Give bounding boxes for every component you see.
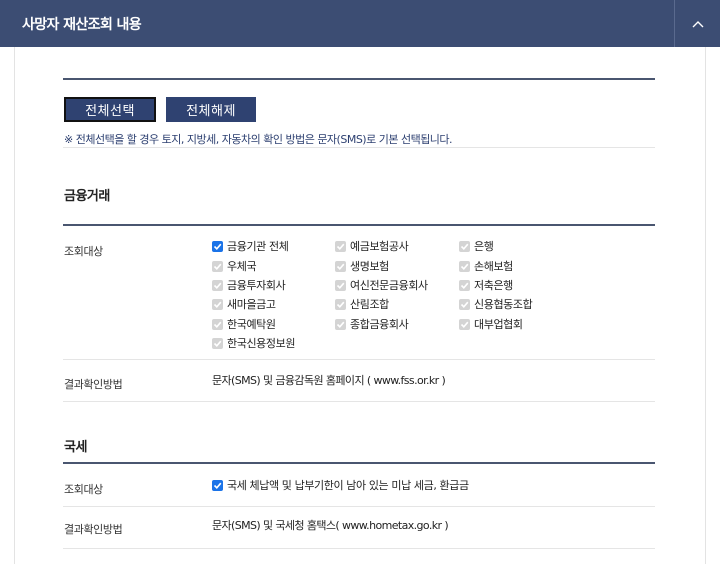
checkbox-label: 저축은행: [474, 279, 513, 292]
finance-method-value: 문자(SMS) 및 금융감독원 홈페이지 ( www.fss.or.kr ): [212, 374, 446, 387]
checkbox-label: 여신전문금융회사: [350, 279, 428, 292]
finance-method-label: 결과확인방법: [64, 378, 123, 391]
checkbox-disabled-icon: [459, 279, 470, 291]
checkbox-checked-icon: [212, 240, 223, 252]
checkbox-label: 예금보험공사: [350, 240, 409, 253]
finance-checkbox-item: 여신전문금융회사: [335, 277, 428, 293]
checkbox-disabled-icon: [212, 318, 223, 330]
checkbox-disabled-icon: [212, 260, 223, 272]
tax-arrears-checkbox[interactable]: 국세 체납액 및 납부기한이 남아 있는 미납 세금, 환급금: [212, 477, 469, 493]
selection-notice: ※ 전체선택을 할 경우 토지, 지방세, 자동차의 확인 방법은 문자(SMS…: [64, 133, 453, 146]
tax-section-divider: [63, 462, 655, 464]
finance-section-divider: [63, 224, 655, 226]
finance-checkbox-item: 신용협동조합: [459, 296, 533, 312]
checkbox-label: 산림조합: [350, 298, 389, 311]
checkbox-label: 새마을금고: [227, 298, 276, 311]
finance-checkbox-item[interactable]: 금융기관 전체: [212, 238, 289, 254]
top-divider: [63, 78, 655, 80]
finance-checkbox-item: 금융투자회사: [212, 277, 286, 293]
checkbox-label: 금융투자회사: [227, 279, 286, 292]
finance-checkbox-item: 한국신용정보원: [212, 335, 295, 351]
checkbox-disabled-icon: [212, 337, 223, 349]
finance-checkbox-item: 예금보험공사: [335, 238, 409, 254]
checkbox-disabled-icon: [335, 260, 346, 272]
finance-checkbox-item: 한국예탁원: [212, 316, 276, 332]
row-divider: [63, 401, 655, 402]
finance-target-label: 조회대상: [64, 245, 103, 258]
tax-section-title: 국세: [64, 440, 87, 455]
checkbox-label: 우체국: [227, 260, 257, 273]
checkbox-disabled-icon: [459, 260, 470, 272]
finance-checkbox-item: 생명보험: [335, 258, 389, 274]
tax-method-label: 결과확인방법: [64, 523, 123, 536]
checkbox-disabled-icon: [459, 240, 470, 252]
chevron-up-icon: [692, 20, 703, 27]
finance-checkbox-item: 대부업협회: [459, 316, 523, 332]
checkbox-disabled-icon: [335, 279, 346, 291]
deselect-all-button[interactable]: 전체해제: [166, 97, 256, 122]
checkbox-label: 국세 체납액 및 납부기한이 남아 있는 미납 세금, 환급금: [227, 479, 469, 492]
tax-target-label: 조회대상: [64, 483, 103, 496]
finance-checkbox-item: 종합금융회사: [335, 316, 409, 332]
checkbox-disabled-icon: [459, 298, 470, 310]
divider: [63, 147, 655, 148]
finance-checkbox-item: 저축은행: [459, 277, 513, 293]
checkbox-disabled-icon: [335, 298, 346, 310]
checkbox-label: 신용협동조합: [474, 298, 533, 311]
checkbox-label: 한국예탁원: [227, 318, 276, 331]
checkbox-label: 대부업협회: [474, 318, 523, 331]
collapse-toggle-button[interactable]: [675, 0, 720, 47]
checkbox-disabled-icon: [335, 240, 346, 252]
row-divider: [63, 548, 655, 549]
row-divider: [63, 359, 655, 360]
checkbox-label: 한국신용정보원: [227, 337, 296, 350]
checkbox-label: 생명보험: [350, 260, 389, 273]
finance-checkbox-item: 산림조합: [335, 296, 389, 312]
finance-checkbox-item: 우체국: [212, 258, 257, 274]
checkbox-label: 종합금융회사: [350, 318, 409, 331]
checkbox-disabled-icon: [459, 318, 470, 330]
checkbox-disabled-icon: [335, 318, 346, 330]
finance-section-title: 금융거래: [64, 189, 110, 204]
section-title: 사망자 재산조회 내용: [22, 16, 142, 33]
finance-checkbox-item: 새마을금고: [212, 296, 276, 312]
section-header: 사망자 재산조회 내용: [0, 0, 720, 47]
checkbox-label: 은행: [474, 240, 494, 253]
finance-checkbox-item: 은행: [459, 238, 494, 254]
tax-method-value: 문자(SMS) 및 국세청 홈택스( www.hometax.go.kr ): [212, 519, 449, 532]
checkbox-label: 금융기관 전체: [227, 240, 289, 253]
select-all-button[interactable]: 전체선택: [64, 97, 156, 122]
row-divider: [63, 506, 655, 507]
checkbox-label: 손해보험: [474, 260, 513, 273]
checkbox-disabled-icon: [212, 279, 223, 291]
checkbox-checked-icon: [212, 479, 223, 491]
finance-checkbox-item: 손해보험: [459, 258, 513, 274]
checkbox-disabled-icon: [212, 298, 223, 310]
